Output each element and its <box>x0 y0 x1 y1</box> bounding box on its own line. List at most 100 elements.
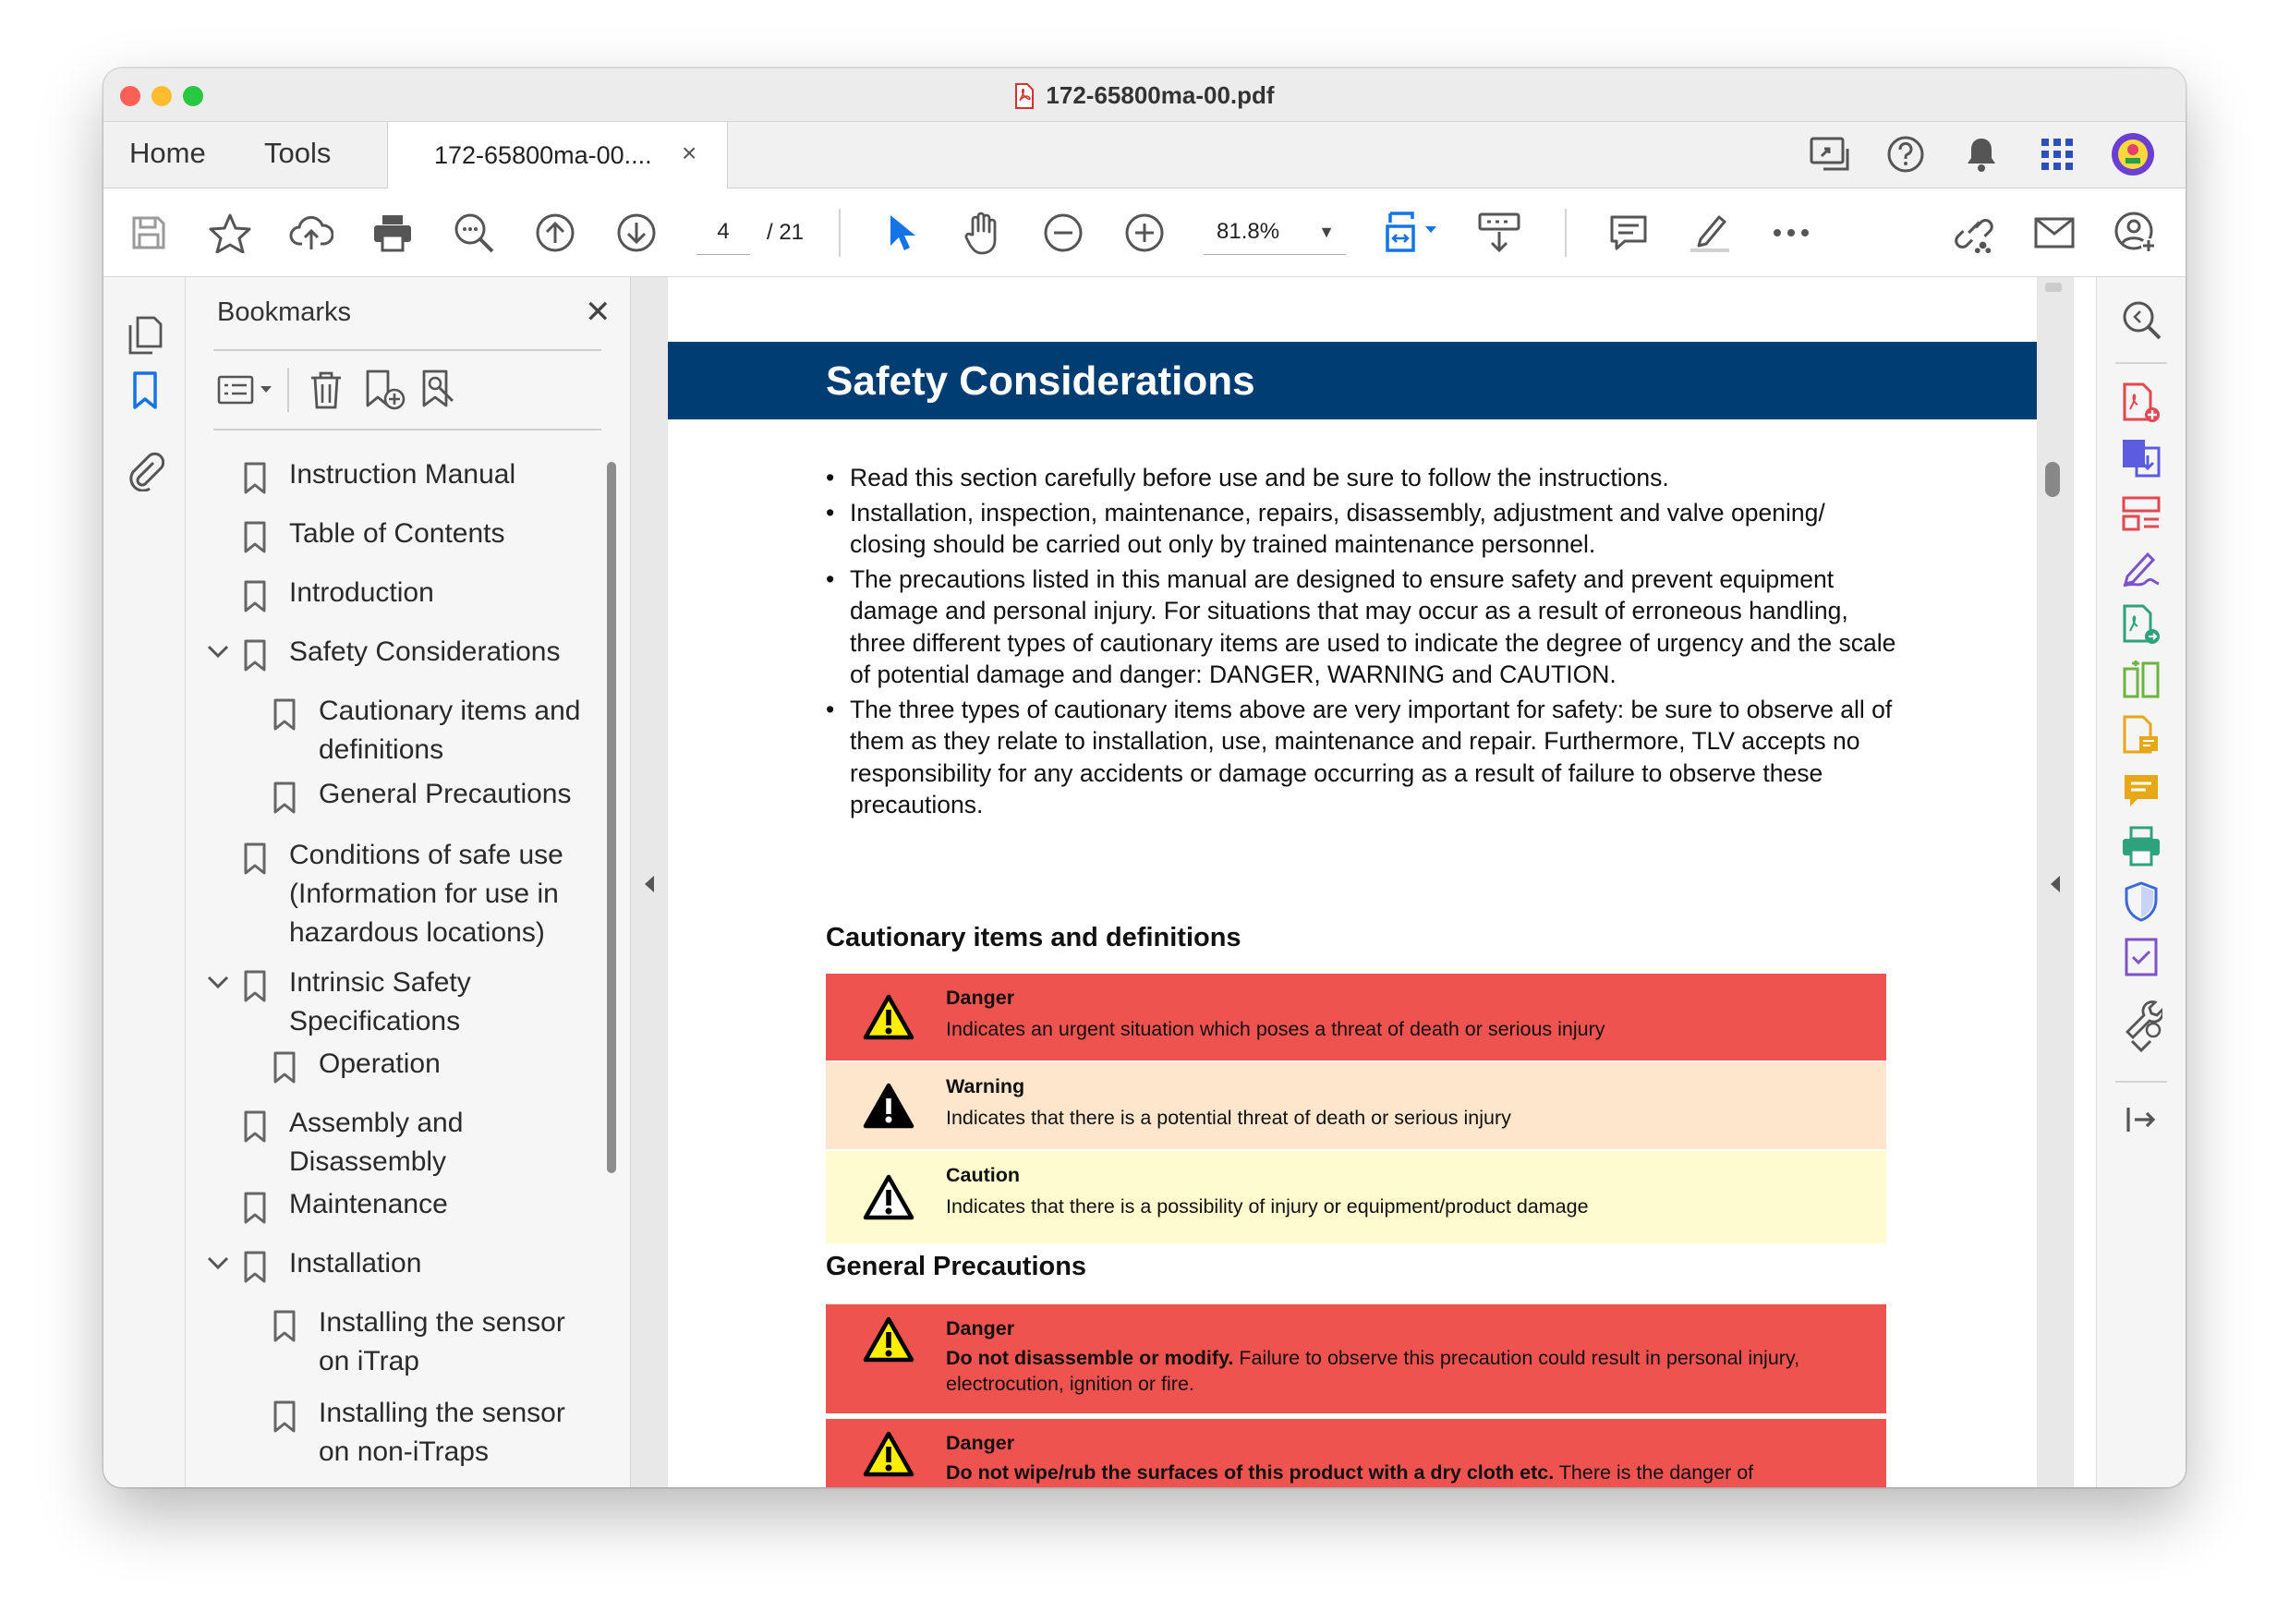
bookmarks-panel-icon[interactable] <box>124 370 166 412</box>
bookmark-item[interactable]: Instruction Manual <box>243 459 601 495</box>
bookmark-label: Safety Considerations <box>289 636 561 667</box>
section-heading-cautionary: Cautionary items and definitions <box>826 923 1241 952</box>
bookmark-icon <box>272 1400 302 1434</box>
chevron-down-icon[interactable] <box>206 968 230 1000</box>
bookmark-icon <box>243 970 272 1003</box>
bookmark-item[interactable]: Cautionary items and definitions <box>272 696 601 770</box>
bookmark-icon <box>272 782 302 815</box>
comment-document-icon[interactable] <box>2119 713 2163 757</box>
bookmark-star-icon[interactable] <box>208 211 252 255</box>
collapse-left-panel-handle[interactable] <box>631 277 668 1487</box>
chevron-down-icon[interactable] <box>206 1249 230 1280</box>
bookmark-icon <box>243 462 272 495</box>
scrollbar-thumb[interactable] <box>2045 462 2060 497</box>
precaution-box: Danger Do not disassemble or modify. Fail… <box>826 1304 1886 1413</box>
page-thumbnails-icon[interactable] <box>124 314 166 357</box>
bookmark-label: Intrinsic Safety Specifications <box>289 967 471 1036</box>
print-production-icon[interactable] <box>2119 824 2163 868</box>
add-person-icon[interactable] <box>2113 211 2158 255</box>
bookmark-item[interactable]: Assembly and Disassembly <box>243 1108 601 1182</box>
bookmark-label: Assembly and Disassembly <box>289 1108 464 1177</box>
bookmark-icon <box>272 1051 302 1085</box>
more-tools-icon[interactable] <box>1769 211 1813 255</box>
chevron-down-icon[interactable] <box>206 637 230 669</box>
send-for-review-icon[interactable] <box>2119 602 2163 647</box>
bookmark-item[interactable]: Installing the sensor on non-iTraps <box>272 1398 601 1472</box>
email-icon[interactable] <box>2032 211 2077 255</box>
page-fit-icon[interactable] <box>1381 211 1446 255</box>
bookmark-item[interactable]: Maintenance <box>243 1189 601 1225</box>
tab-bar: Home Tools 172-65800ma-00.... × <box>103 122 2186 188</box>
bookmark-item[interactable]: Safety Considerations <box>207 636 601 673</box>
help-icon[interactable] <box>1881 129 1931 179</box>
bookmark-item[interactable]: Installing the sensor on iTrap <box>272 1307 601 1381</box>
bookmark-item[interactable]: General Precautions <box>272 779 601 815</box>
app-window: 172-65800ma-00.pdf Home Tools 172-65800m… <box>103 68 2186 1487</box>
create-pdf-icon[interactable] <box>2119 381 2163 425</box>
definition-text: Indicates that there is a possibility of… <box>946 1195 1589 1218</box>
comment-icon[interactable] <box>1606 211 1651 255</box>
notifications-bell-icon[interactable] <box>1956 129 2006 179</box>
highlight-pen-icon[interactable] <box>1688 211 1732 255</box>
protect-shield-icon[interactable] <box>2119 879 2163 924</box>
select-cursor-icon[interactable] <box>878 211 923 255</box>
next-page-icon[interactable] <box>614 211 659 255</box>
zoom-out-icon[interactable] <box>1041 211 1085 255</box>
warning-triangle-icon <box>863 1430 914 1478</box>
bookmark-label: Table of Contents <box>289 518 505 549</box>
cloud-upload-icon[interactable] <box>289 211 333 255</box>
organize-pages-icon[interactable] <box>2119 491 2163 536</box>
hand-tool-icon[interactable] <box>960 211 1004 255</box>
scroll-mode-icon[interactable] <box>1477 211 1521 255</box>
find-bookmark-icon[interactable] <box>418 368 463 412</box>
bookmark-list: Instruction Manual Table of Contents Intro… <box>186 451 605 1487</box>
chevron-down-icon[interactable] <box>2119 1033 2163 1059</box>
comment-tool-icon[interactable] <box>2119 769 2163 813</box>
page-scrollbar[interactable] <box>2044 277 2063 1487</box>
save-icon[interactable] <box>127 211 171 255</box>
bookmark-item[interactable]: Intrinsic Safety Specifications <box>207 967 601 1041</box>
zoom-in-icon[interactable] <box>1122 211 1167 255</box>
print-icon[interactable] <box>370 211 415 255</box>
fill-sign-icon[interactable] <box>2119 547 2163 591</box>
page-number-input[interactable]: 4 <box>696 209 750 255</box>
bookmark-options-dropdown[interactable] <box>213 368 280 412</box>
pdf-page: Safety Considerations Read this section … <box>668 277 2037 1487</box>
bookmark-label: General Precautions <box>319 779 572 809</box>
tab-close-button[interactable]: × <box>682 139 696 168</box>
search-zoom-icon[interactable] <box>2119 297 2163 342</box>
apps-grid-icon[interactable] <box>2032 129 2082 179</box>
bullet-item: Read this section carefully before use a… <box>826 462 1897 494</box>
zoom-level-dropdown[interactable]: 81.8% ▼ <box>1204 209 1346 255</box>
definition-title: Warning <box>946 1075 1025 1097</box>
bookmark-scrollbar[interactable] <box>607 462 616 1173</box>
bookmark-item[interactable]: Operation <box>272 1048 601 1085</box>
attachments-icon[interactable] <box>124 449 166 491</box>
add-bookmark-icon[interactable] <box>363 368 407 412</box>
collapse-right-rail-icon[interactable] <box>2119 1097 2163 1142</box>
toolbar-divider <box>839 209 841 257</box>
tab-home[interactable]: Home <box>129 137 206 170</box>
compare-files-icon[interactable] <box>2119 658 2163 702</box>
definition-title: Caution <box>946 1164 1021 1186</box>
export-pdf-icon[interactable] <box>2119 436 2163 480</box>
share-screen-icon[interactable] <box>1805 129 1855 179</box>
search-zoom-icon[interactable] <box>452 211 496 255</box>
delete-bookmark-icon[interactable] <box>306 368 346 412</box>
tab-document[interactable]: 172-65800ma-00.... × <box>387 122 728 188</box>
close-panel-button[interactable]: ✕ <box>585 294 612 331</box>
bookmark-item[interactable]: Table of Contents <box>243 518 601 554</box>
bookmark-item[interactable]: Conditions of safe use (Information for … <box>243 840 601 952</box>
bookmark-item[interactable]: Installation <box>207 1248 601 1284</box>
definition-box: Warning Indicates that there is a potenti… <box>826 1062 1886 1149</box>
request-signature-icon[interactable] <box>2119 935 2163 979</box>
previous-page-icon[interactable] <box>533 211 577 255</box>
pdf-file-icon <box>1014 82 1035 109</box>
intro-bullets: Read this section carefully before use a… <box>826 462 1897 824</box>
user-avatar[interactable] <box>2108 129 2158 179</box>
tab-tools[interactable]: Tools <box>264 137 331 170</box>
bookmark-item[interactable]: Introduction <box>243 577 601 613</box>
share-link-icon[interactable] <box>1951 211 1995 255</box>
window-title-text: 172-65800ma-00.pdf <box>1046 81 1275 109</box>
bookmark-icon <box>243 580 272 613</box>
